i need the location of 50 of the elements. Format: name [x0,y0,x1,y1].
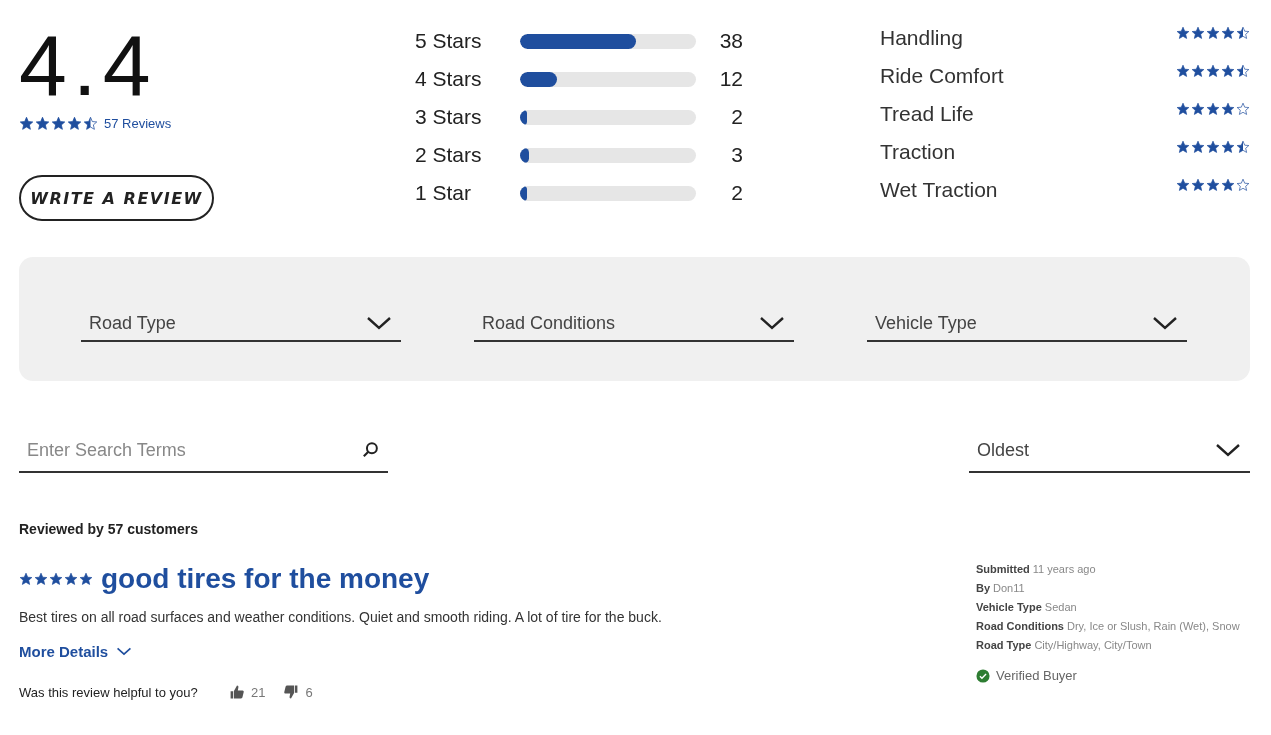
rating-count: 12 [718,67,743,91]
detail-label: Road Type [976,639,1032,651]
sort-dropdown[interactable]: Oldest [969,429,1250,473]
filter-dropdown[interactable]: Vehicle Type [867,296,1187,342]
chevron-down-icon [1153,316,1177,330]
star-level-label: 2 Stars [415,143,483,167]
filter-dropdown[interactable]: Road Conditions [474,296,794,342]
star-level-label: 1 Star [415,181,473,205]
chevron-down-icon [760,316,784,330]
detail-value: Don11 [993,582,1025,594]
detail-value: 11 years ago [1032,563,1096,575]
detail-value: Sedan [1044,601,1077,613]
attribute-label: Handling [880,26,963,50]
thumbs-up-icon [229,684,245,700]
star-level-label: 5 Stars [415,29,483,53]
write-review-button[interactable]: WRITE A REVIEW [19,175,214,221]
filter-dropdown[interactable]: Road Type [81,296,401,342]
rating-count: 3 [730,143,743,167]
thumbs-down-button[interactable]: 6 [283,684,313,700]
thumbs-down-icon [283,684,300,700]
chevron-down-icon [1216,443,1240,457]
detail-label: Road Conditions [976,620,1064,632]
average-rating: 4.4 [19,22,158,108]
review-title: good tires for the money [101,563,430,595]
reviewed-by-text: Reviewed by 57 customers [19,521,199,537]
chevron-down-icon [116,647,133,656]
star-level-label: 3 Stars [415,105,483,129]
star-level-label: 4 Stars [415,67,483,91]
detail-label: Vehicle Type [976,601,1042,613]
detail-value: City/Highway, City/Town [1034,639,1152,651]
attribute-label: Tread Life [880,102,974,126]
detail-label: By [976,582,991,594]
detail-label: Submitted [976,563,1030,575]
more-details-link[interactable]: More Details [19,643,133,660]
search-field[interactable]: Enter Search Terms [27,439,362,461]
attribute-label: Traction [880,140,956,164]
attribute-label: Ride Comfort [880,64,1004,88]
search-icon [362,441,380,459]
thumbs-up-button[interactable]: 21 [229,684,266,700]
attribute-label: Wet Traction [880,178,998,202]
reviews-link[interactable]: 57 Reviews [104,116,172,131]
chevron-down-icon [367,316,391,330]
rating-count: 2 [730,105,743,129]
detail-value: Dry, Ice or Slush, Rain (Wet), Snow [1067,620,1240,632]
review-text: Best tires on all road surfaces and weather conditions. Quiet and smooth riding. A lot of tire for the buck. [19,609,662,625]
rating-count: 2 [730,181,743,205]
verified-buyer-label: Verified Buyer [996,668,1077,683]
rating-count: 38 [718,29,743,53]
check-circle-icon [976,668,990,683]
helpful-question: Was this review helpful to you? [19,684,199,700]
